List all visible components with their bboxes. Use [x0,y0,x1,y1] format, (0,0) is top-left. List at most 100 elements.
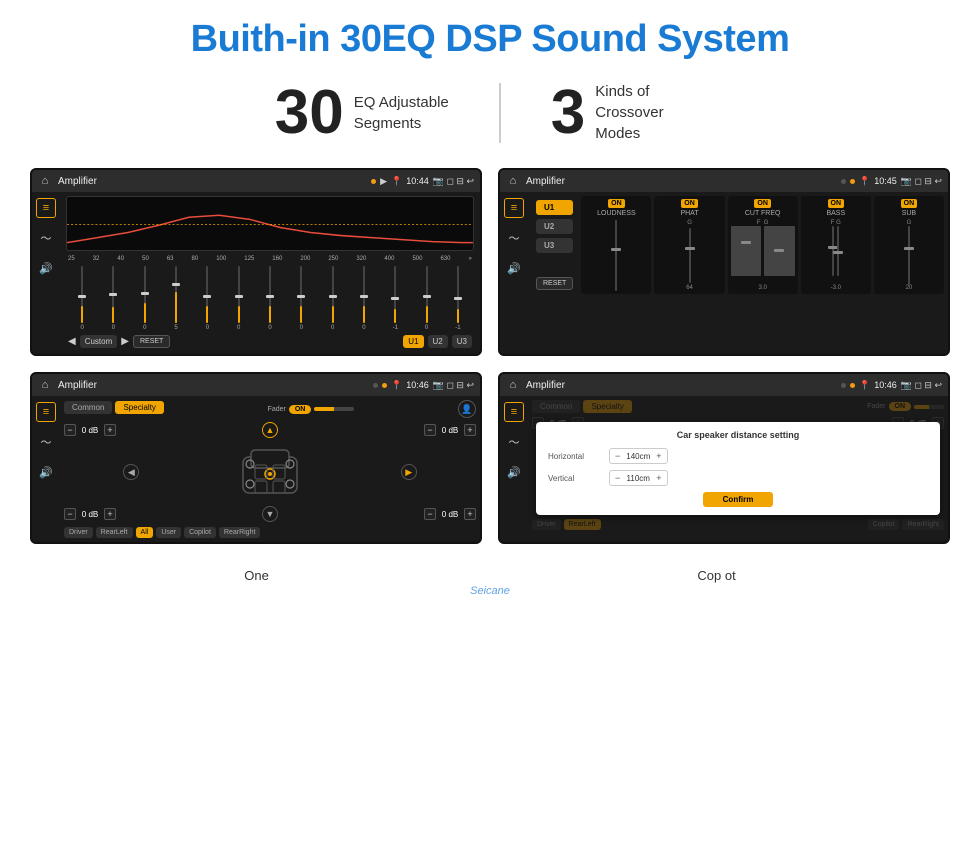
status-dot-2b [850,179,855,184]
sidebar-wave-icon-2[interactable]: 〜 [504,228,524,248]
eq-u3-btn[interactable]: U3 [452,335,472,348]
eq-slider-1[interactable]: 0 [68,266,96,331]
db-control-bl: − 0 dB + [64,508,199,520]
u3-btn[interactable]: U3 [536,238,573,253]
sidebar-vol-icon-2[interactable]: 🔊 [504,258,524,278]
topbar-time-4: 10:46 [874,380,897,390]
eq-slider-7[interactable]: 0 [256,266,284,331]
screen-fader: ⌂ Amplifier 📍 10:46 📷 ◻ ⊟ ↩ ≡ 〜 🔊 Common… [30,372,482,544]
screen-eq: ⌂ Amplifier ▶ 📍 10:44 📷 ◻ ⊟ ↩ ≡ 〜 🔊 [30,168,482,356]
sidebar-eq-icon-3[interactable]: ≡ [36,402,56,422]
rearleft-btn[interactable]: RearLeft [96,527,133,538]
all-btn[interactable]: All [136,527,154,538]
bottom-labels: One Cop ot [0,564,980,583]
eq-next-btn[interactable]: ▶ [121,336,129,347]
sidebar-wave-icon-3[interactable]: 〜 [36,432,56,452]
eq-slider-4[interactable]: 5 [162,266,190,331]
vertical-plus[interactable]: + [656,473,661,483]
sidebar-vol-icon-4[interactable]: 🔊 [504,462,524,482]
stats-row: 30 EQ AdjustableSegments 3 Kinds ofCross… [0,71,980,162]
eq-slider-2[interactable]: 0 [99,266,127,331]
car-diagram [203,442,338,502]
vertical-row: Vertical − 110cm + [548,470,928,486]
db-minus-tr[interactable]: − [424,424,436,436]
cutfreq-label: CUT FREQ [745,210,781,217]
person-icon: 👤 [458,400,476,418]
sub-label: SUB [902,210,916,217]
user-btn[interactable]: User [156,527,181,538]
eq-u1-btn[interactable]: U1 [403,335,423,348]
fader-slider[interactable] [314,407,354,411]
u2-btn[interactable]: U2 [536,219,573,234]
up-arrow-btn[interactable]: ▲ [262,422,278,438]
left-arrow-btn[interactable]: ◀ [123,464,139,480]
right-arrow-btn[interactable]: ▶ [401,464,417,480]
driver-btn[interactable]: Driver [64,527,93,538]
eq-slider-3[interactable]: 0 [131,266,159,331]
sidebar-vol-icon[interactable]: 🔊 [36,258,56,278]
db-plus-br[interactable]: + [464,508,476,520]
phat-on: ON [681,199,698,208]
cross-reset-btn[interactable]: RESET [536,277,573,290]
db-value-bl: 0 dB [79,510,101,519]
rearright-btn[interactable]: RearRight [219,527,261,538]
sidebar-wave-icon-4[interactable]: 〜 [504,432,524,452]
db-minus-tl[interactable]: − [64,424,76,436]
u1-btn[interactable]: U1 [536,200,573,215]
eq-slider-6[interactable]: 0 [225,266,253,331]
sidebar-vol-icon-3[interactable]: 🔊 [36,462,56,482]
sidebar-wave-icon[interactable]: 〜 [36,228,56,248]
u-buttons: U1 U2 U3 RESET [532,196,577,294]
screen2-body: ≡ 〜 🔊 U1 U2 U3 RESET [500,192,948,298]
confirm-button[interactable]: Confirm [703,492,774,507]
cross-col-cutfreq: ON CUT FREQ F G 3.0 [728,196,798,294]
copilot-btn[interactable]: Copilot [184,527,216,538]
db-control-tr: − 0 dB + [341,424,476,436]
vertical-minus[interactable]: − [615,473,620,483]
eq-slider-12[interactable]: 0 [412,266,440,331]
sidebar-eq-icon-2[interactable]: ≡ [504,198,524,218]
eq-slider-8[interactable]: 0 [287,266,315,331]
horizontal-minus[interactable]: − [615,451,620,461]
fader-toggle[interactable]: ON [289,405,312,414]
home-icon-4[interactable]: ⌂ [506,378,520,392]
horizontal-plus[interactable]: + [656,451,661,461]
home-icon-2[interactable]: ⌂ [506,174,520,188]
common-tab[interactable]: Common [64,401,112,414]
home-icon-1[interactable]: ⌂ [38,174,52,188]
screens-grid: ⌂ Amplifier ▶ 📍 10:44 📷 ◻ ⊟ ↩ ≡ 〜 🔊 [0,162,980,564]
home-icon-3[interactable]: ⌂ [38,378,52,392]
db-plus-tl[interactable]: + [104,424,116,436]
bottom-label-copilot: Cop ot [697,568,735,583]
eq-slider-10[interactable]: 0 [350,266,378,331]
eq-slider-11[interactable]: -1 [381,266,409,331]
down-arrow-area: ▼ [203,506,338,522]
eq-prev-btn[interactable]: ◀ [68,336,76,347]
eq-slider-9[interactable]: 0 [319,266,347,331]
specialty-tab[interactable]: Specialty [115,401,163,414]
eq-slider-5[interactable]: 0 [193,266,221,331]
sidebar-2: ≡ 〜 🔊 [500,192,528,298]
db-plus-bl[interactable]: + [104,508,116,520]
sidebar-4: ≡ 〜 🔊 [500,396,528,534]
sidebar-eq-icon[interactable]: ≡ [36,198,56,218]
screen1-body: ≡ 〜 🔊 25 32 40 50 63 [32,192,480,354]
stat-eq: 30 EQ AdjustableSegments [225,82,499,144]
db-plus-tr[interactable]: + [464,424,476,436]
db-minus-bl[interactable]: − [64,508,76,520]
eq-u2-btn[interactable]: U2 [428,335,448,348]
topbar-1: ⌂ Amplifier ▶ 📍 10:44 📷 ◻ ⊟ ↩ [32,170,480,192]
sidebar-eq-icon-4[interactable]: ≡ [504,402,524,422]
db-minus-br[interactable]: − [424,508,436,520]
db-value-tl: 0 dB [79,426,101,435]
topbar-icons-1: ▶ [380,176,387,187]
eq-slider-13[interactable]: -1 [444,266,472,331]
label-copilot-text: Cop ot [697,568,735,583]
label-one-text: One [244,568,269,583]
sub-on: ON [901,199,918,208]
screen-distance: ⌂ Amplifier 📍 10:46 📷 ◻ ⊟ ↩ ≡ 〜 🔊 Com [498,372,950,544]
eq-reset-btn[interactable]: RESET [133,335,170,348]
common-tab-4: Common [532,400,580,413]
down-arrow-btn[interactable]: ▼ [262,506,278,522]
eq-custom-btn[interactable]: Custom [80,335,118,348]
